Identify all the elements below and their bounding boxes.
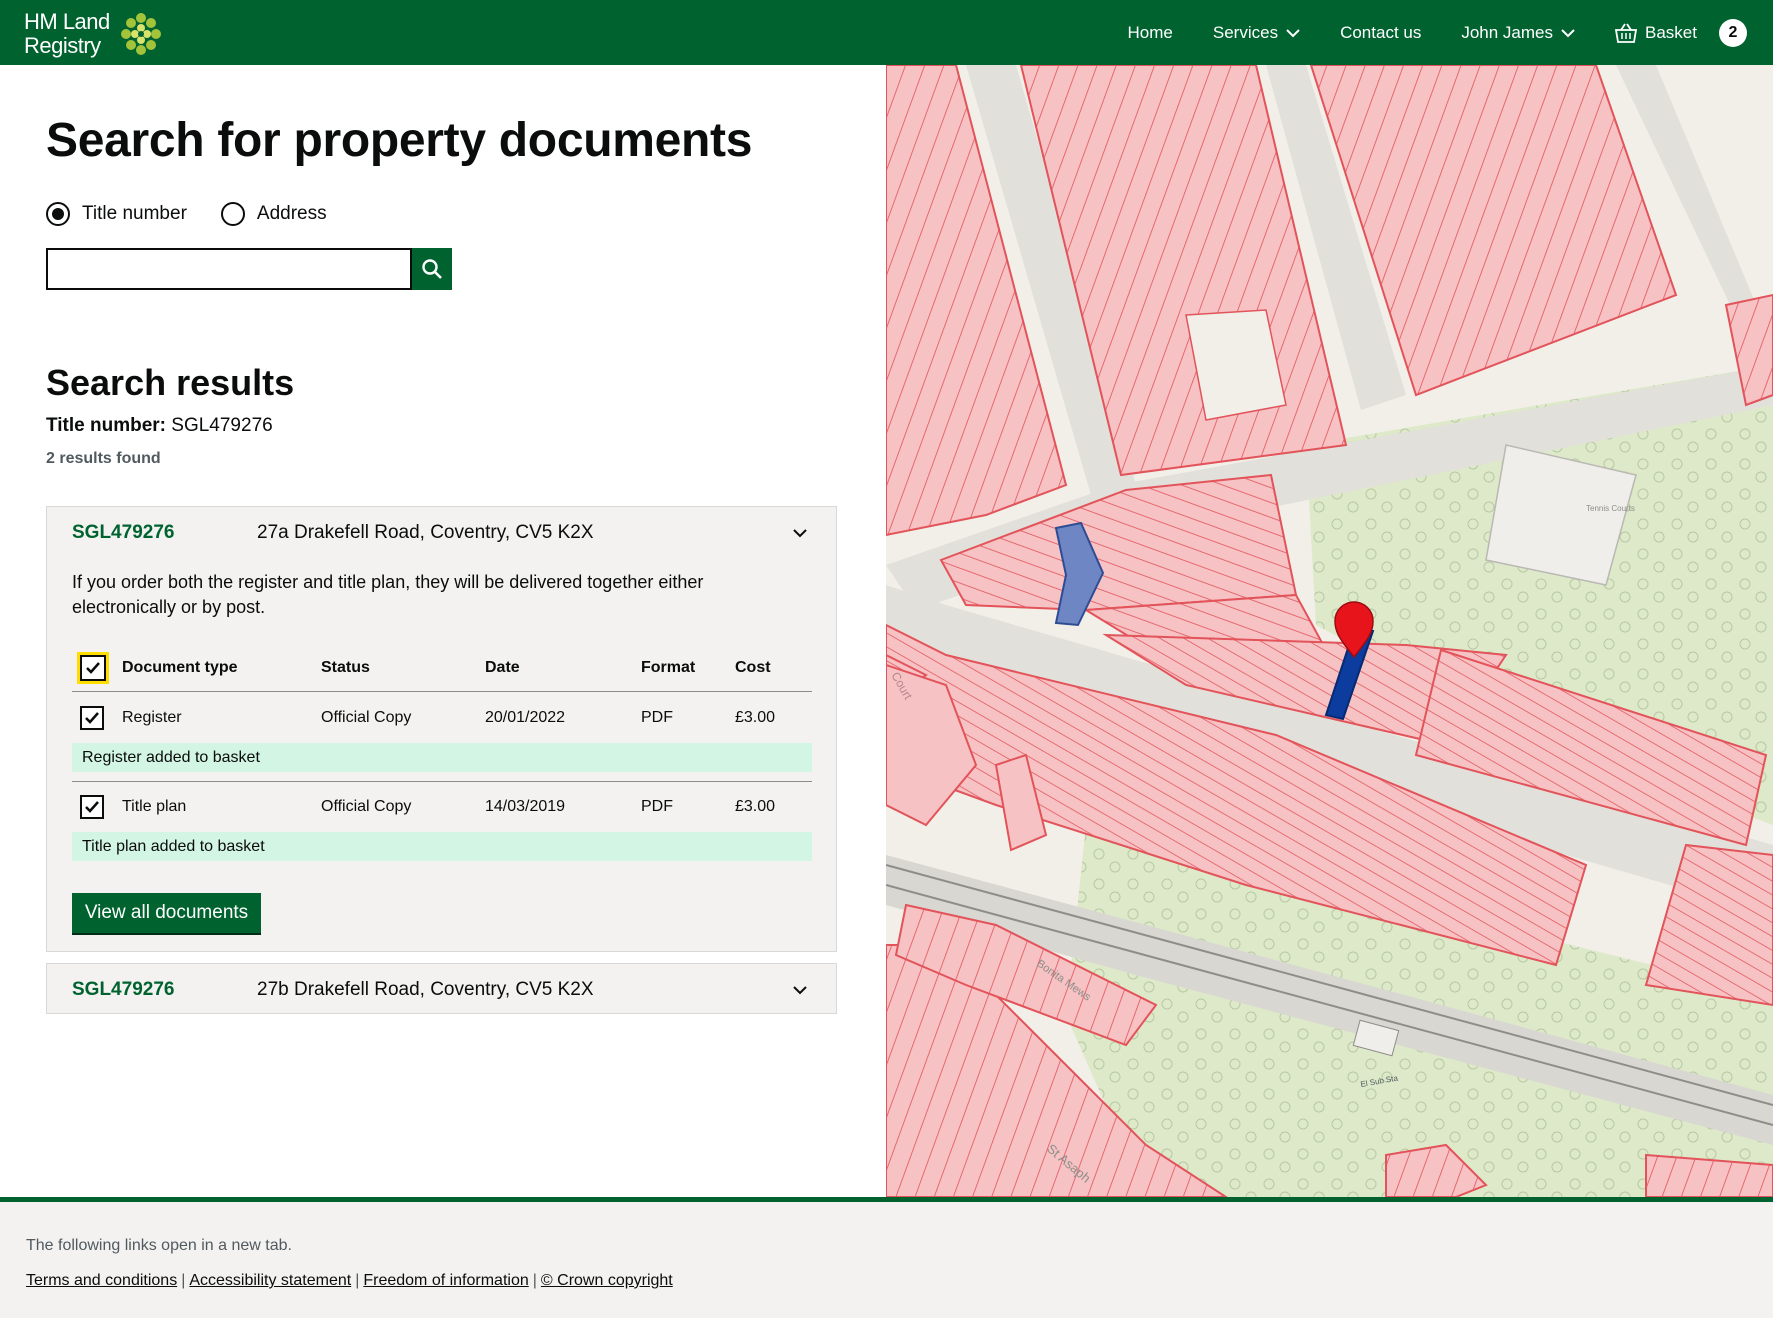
map-label-tennis: Tennis Courts xyxy=(1586,504,1635,513)
result-card-header[interactable]: SGL479276 27a Drakefell Road, Coventry, … xyxy=(47,507,836,558)
result-address: 27a Drakefell Road, Coventry, CV5 K2X xyxy=(257,521,594,543)
logo-line-2: Registry xyxy=(24,33,101,58)
table-row: Title plan Official Copy 14/03/2019 PDF … xyxy=(72,781,812,831)
search-input[interactable] xyxy=(46,248,412,290)
chevron-down-icon xyxy=(1561,28,1575,37)
nav-basket-label: Basket xyxy=(1645,22,1697,42)
added-to-basket-notice: Register added to basket xyxy=(72,743,812,772)
footer-link-accessibility[interactable]: Accessibility statement xyxy=(189,1272,351,1289)
select-all-checkbox[interactable] xyxy=(77,652,109,684)
result-card: SGL479276 27a Drakefell Road, Coventry, … xyxy=(46,506,837,952)
document-status: Official Copy xyxy=(321,709,412,726)
search-icon xyxy=(422,259,442,279)
search-type-radios: Title number Address xyxy=(46,202,361,226)
column-header-status: Status xyxy=(321,659,370,676)
results-title-number: Title number: SGL479276 xyxy=(46,415,273,437)
search-panel: Search for property documents Title numb… xyxy=(0,65,886,1197)
footer-link-foi[interactable]: Freedom of information xyxy=(363,1272,528,1289)
added-to-basket-notice: Title plan added to basket xyxy=(72,832,812,861)
footer-note: The following links open in a new tab. xyxy=(26,1237,292,1254)
result-address: 27b Drakefell Road, Coventry, CV5 K2X xyxy=(257,978,594,1000)
property-map[interactable]: Tennis Courts El Sub Sta Bonita Mews St … xyxy=(886,65,1773,1197)
radio-address[interactable]: Address xyxy=(220,202,327,226)
radio-title-number-label: Title number xyxy=(82,203,187,224)
document-date: 20/01/2022 xyxy=(485,709,566,726)
nav-user-menu[interactable]: John James xyxy=(1461,23,1575,43)
nav-contact-link[interactable]: Contact us xyxy=(1340,23,1421,43)
document-format: PDF xyxy=(641,797,673,815)
site-footer: The following links open in a new tab. T… xyxy=(0,1197,1773,1318)
document-checkbox-register[interactable] xyxy=(80,706,104,730)
logo-text: HM Land Registry xyxy=(24,10,110,58)
document-cost: £3.00 xyxy=(735,797,776,815)
search-button[interactable] xyxy=(412,248,452,290)
checkmark-icon xyxy=(86,662,100,674)
document-status: Official Copy xyxy=(321,797,412,815)
footer-link-terms[interactable]: Terms and conditions xyxy=(26,1272,177,1289)
title-number-value: SGL479276 xyxy=(171,415,273,436)
radio-circle xyxy=(220,202,245,226)
document-cost: £3.00 xyxy=(735,709,776,726)
nav-contact-label: Contact us xyxy=(1340,22,1422,42)
column-header-cost: Cost xyxy=(735,659,771,676)
view-all-documents-button[interactable]: View all documents xyxy=(72,893,261,933)
nav-home-label: Home xyxy=(1127,22,1173,42)
delivery-info-text: If you order both the register and title… xyxy=(72,572,704,617)
results-heading: Search results xyxy=(46,362,295,403)
chevron-down-icon xyxy=(1286,28,1300,37)
basket-icon xyxy=(1615,23,1638,43)
checkmark-icon xyxy=(85,800,99,813)
result-card: SGL479276 27b Drakefell Road, Coventry, … xyxy=(46,963,837,1014)
document-date: 14/03/2019 xyxy=(485,797,566,815)
document-format: PDF xyxy=(641,709,673,726)
result-title-number: SGL479276 xyxy=(72,978,175,1000)
radio-title-number[interactable]: Title number xyxy=(46,202,187,226)
result-card-header[interactable]: SGL479276 27b Drakefell Road, Coventry, … xyxy=(47,964,836,1015)
nav-services-label: Services xyxy=(1212,22,1279,42)
nav-services-menu[interactable]: Services xyxy=(1213,23,1300,43)
map-canvas: Tennis Courts El Sub Sta Bonita Mews St … xyxy=(886,65,1773,1197)
radio-circle-selected xyxy=(46,202,70,226)
basket-count-badge: 2 xyxy=(1719,18,1747,47)
column-header-format: Format xyxy=(641,659,696,676)
footer-link-copyright[interactable]: © Crown copyright xyxy=(541,1272,673,1289)
page-title: Search for property documents xyxy=(46,114,753,167)
table-header-row: Document type Status Date Format Cost xyxy=(72,645,812,692)
footer-links: Terms and conditions | Accessibility state… xyxy=(26,1272,673,1289)
document-checkbox-title-plan[interactable] xyxy=(80,794,104,819)
results-count: 2 results found xyxy=(46,450,161,467)
document-type: Title plan xyxy=(122,797,187,815)
logo-line-1: HM Land xyxy=(24,9,110,34)
nav-user-label: John James xyxy=(1461,22,1554,42)
nav-basket-link[interactable]: Basket 2 xyxy=(1615,18,1747,47)
hm-land-registry-emblem-icon xyxy=(121,13,161,55)
document-type: Register xyxy=(122,709,182,726)
checkmark-icon xyxy=(85,712,99,724)
nav-home-link[interactable]: Home xyxy=(1128,23,1173,43)
chevron-down-icon xyxy=(793,986,807,995)
column-header-date: Date xyxy=(485,659,520,676)
main-navigation: Home Services Contact us John James Bask… xyxy=(1128,0,1773,65)
hm-land-registry-logo[interactable]: HM Land Registry xyxy=(24,10,174,58)
site-header: HM Land Registry Home Services Contact u… xyxy=(0,0,1773,65)
radio-address-label: Address xyxy=(256,203,327,224)
chevron-down-icon xyxy=(793,529,807,538)
column-header-document-type: Document type xyxy=(122,659,238,676)
result-title-number: SGL479276 xyxy=(72,521,175,543)
table-row: Register Official Copy 20/01/2022 PDF £3… xyxy=(72,693,812,743)
title-number-label: Title number: xyxy=(46,415,166,436)
